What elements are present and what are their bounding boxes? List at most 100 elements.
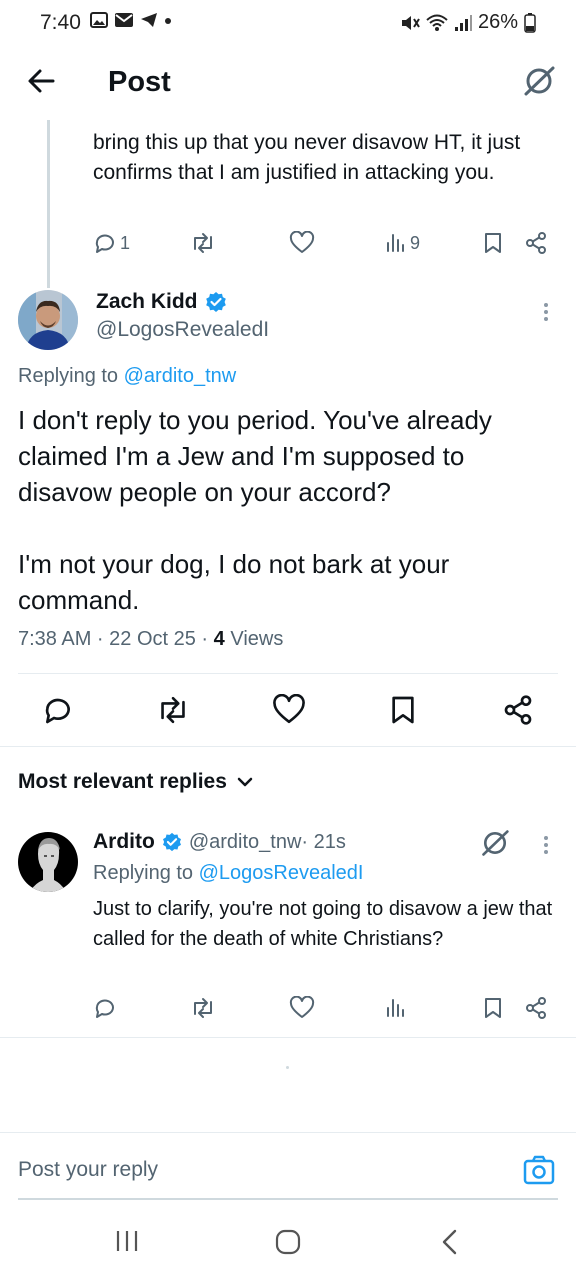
reply-author-row: Ardito @ardito_tnw · 21s [93,830,346,854]
reply-grok-button[interactable] [480,828,510,858]
avatar-image [18,832,78,892]
reply-icon [95,999,114,1018]
chevron-down-icon [237,777,253,787]
share-icon [504,695,532,725]
reply-share-button[interactable] [524,996,548,1020]
replying-to-link[interactable]: @ardito_tnw [124,365,237,387]
author-handle[interactable]: @LogosRevealedI [96,318,269,342]
more-icon [544,303,548,321]
gallery-icon [90,12,108,28]
page-title: Post [108,66,171,98]
repost-icon [194,998,212,1018]
mute-icon [401,15,420,30]
reply-bookmark-button[interactable] [482,996,504,1020]
reply-replying-prefix: Replying to [93,862,199,884]
reply-more-button[interactable] [534,833,558,857]
reply-reply-button[interactable] [93,996,117,1020]
battery-icon [524,12,536,33]
reply-icon [95,234,114,253]
author-name-row: Zach Kidd [96,290,228,314]
like-icon [273,694,305,724]
reply-like-button[interactable] [289,996,315,1020]
system-back-button[interactable] [440,1228,460,1256]
author-avatar[interactable] [18,290,78,350]
parent-post-text: bring this up that you never disavow HT,… [93,131,521,184]
main-post-paragraph-1: I don't reply to you period. You've alre… [18,405,492,507]
reply-text: Just to clarify, you're not going to dis… [93,898,553,950]
parent-reply-button[interactable]: 1 [93,231,130,255]
wifi-icon [426,14,448,31]
grok-icon [524,66,555,96]
views-label: Views [224,628,284,650]
thread-line [47,120,50,288]
more-icon [544,836,548,854]
signal-icon [454,14,472,31]
back-button[interactable] [26,66,56,96]
reply-views-button[interactable] [385,996,407,1020]
share-icon [526,232,546,254]
composer-underline [18,1198,558,1200]
main-reply-button[interactable] [42,694,74,726]
verified-badge-icon [205,292,226,312]
grok-icon [482,830,509,856]
reply-repost-button[interactable] [190,996,216,1020]
recent-apps-icon [116,1231,138,1251]
avatar-image [18,290,78,350]
main-repost-button[interactable] [156,694,190,726]
main-like-button[interactable] [272,694,306,726]
parent-view-count: 9 [410,232,421,253]
main-more-button[interactable] [534,300,558,324]
home-icon [275,1229,301,1255]
replying-prefix: Replying to [18,365,124,387]
reply-author-name[interactable]: Ardito [93,830,155,854]
bookmark-icon [392,696,414,724]
like-icon [289,231,315,253]
status-bar: 7:40 26% [0,0,576,48]
bookmark-icon [485,998,501,1018]
reply-replying-to: Replying to @LogosRevealedI [93,862,363,885]
chevron-left-icon [442,1229,457,1255]
divider [0,1132,576,1133]
parent-reply-count: 1 [120,232,131,253]
reply-author-avatar[interactable] [18,832,78,892]
main-bookmark-button[interactable] [388,694,418,726]
replies-sort-button[interactable]: Most relevant replies [18,770,253,794]
main-post-paragraph-2: I'm not your dog, I do not bark at your … [18,549,450,615]
author-name[interactable]: Zach Kidd [96,290,198,314]
parent-views-button[interactable]: 9 [385,231,420,255]
recent-apps-button[interactable] [114,1228,140,1254]
post-meta: 7:38 AM · 22 Oct 25 · 4 Views [18,628,283,651]
battery-percent: 26% [477,11,518,33]
reply-composer-input[interactable]: Post your reply [18,1158,158,1182]
parent-share-button[interactable] [524,231,548,255]
reply-time: · 21s [301,830,346,853]
main-share-button[interactable] [502,694,534,726]
dot-icon [165,18,171,24]
like-icon [289,996,315,1018]
grok-button[interactable] [522,64,556,98]
views-count: 4 [213,628,225,650]
divider [18,673,558,674]
camera-button[interactable] [523,1154,555,1186]
share-icon [526,997,546,1019]
parent-repost-button[interactable] [190,231,216,255]
replies-sort-label: Most relevant replies [18,770,227,793]
views-icon [387,234,404,252]
parent-like-button[interactable] [289,231,315,255]
reply-replying-to-link[interactable]: @LogosRevealedI [199,862,364,884]
reply-icon [45,698,70,724]
reply-author-handle[interactable]: @ardito_tnw [189,831,302,854]
bookmark-icon [485,233,501,253]
verified-badge-icon [162,832,181,852]
notification-icons [90,12,172,28]
telegram-icon [141,13,157,27]
status-right: 26% [400,11,536,34]
post-timestamp: 7:38 AM · 22 Oct 25 · [18,628,214,650]
back-arrow-icon [28,69,55,93]
repost-icon [194,233,212,253]
home-button[interactable] [274,1228,302,1256]
status-time: 7:40 [40,11,81,34]
parent-bookmark-button[interactable] [482,231,504,255]
mail-icon [115,13,133,27]
